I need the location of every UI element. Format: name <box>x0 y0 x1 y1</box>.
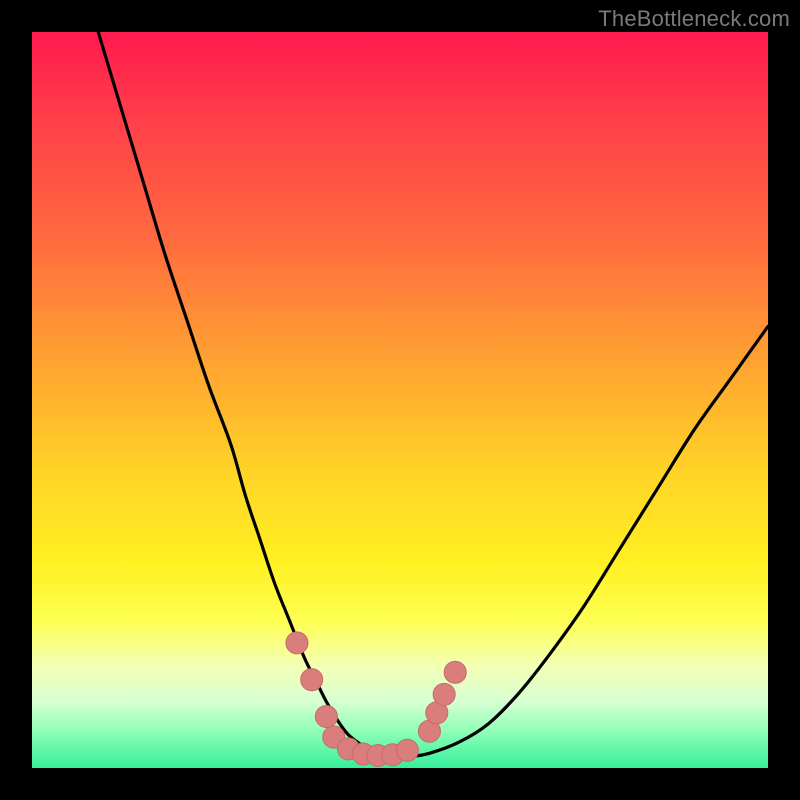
plot-area <box>32 32 768 768</box>
marker-point <box>396 739 418 761</box>
chart-frame: TheBottleneck.com <box>0 0 800 800</box>
bottleneck-curve <box>98 32 768 757</box>
marker-point <box>315 705 337 727</box>
marker-point <box>301 669 323 691</box>
marker-group <box>286 632 466 767</box>
marker-point <box>286 632 308 654</box>
watermark-text: TheBottleneck.com <box>598 6 790 32</box>
marker-point <box>444 661 466 683</box>
marker-point <box>433 683 455 705</box>
chart-svg <box>32 32 768 768</box>
